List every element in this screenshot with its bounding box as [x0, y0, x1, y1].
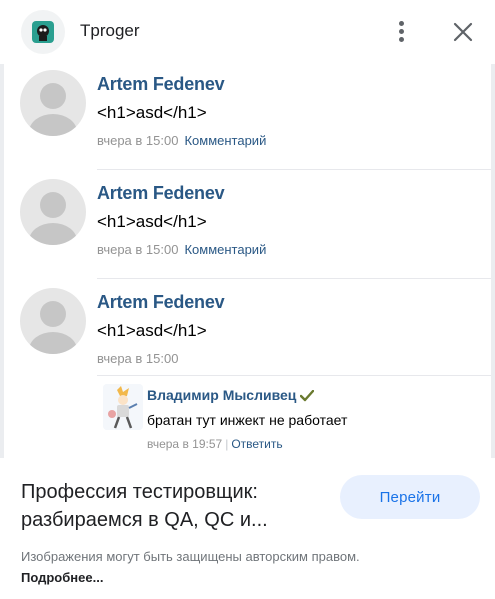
- avatar[interactable]: [20, 179, 86, 245]
- comment-meta: вчера в 15:00 Комментарий: [97, 242, 266, 257]
- close-icon[interactable]: [446, 15, 480, 49]
- page-title[interactable]: Профессия тестировщик: разбираемся в QA,…: [21, 478, 331, 534]
- comment-time: вчера в 15:00: [97, 242, 179, 257]
- reply-time: вчера в 19:57: [147, 437, 223, 451]
- comment-meta: вчера в 15:00: [97, 351, 178, 366]
- reply-answer-link[interactable]: Ответить: [231, 437, 282, 451]
- comment-author[interactable]: Artem Fedenev: [97, 292, 225, 313]
- reply-meta: вчера в 19:57 | Ответить: [147, 437, 283, 451]
- page-info-panel: Профессия тестировщик: разбираемся в QA,…: [0, 458, 495, 599]
- more-vert-icon[interactable]: [388, 16, 416, 48]
- copyright-notice: Изображения могут быть защищены авторски…: [21, 546, 401, 588]
- comment-text: <h1>asd</h1>: [97, 321, 207, 340]
- comment-text: <h1>asd</h1>: [97, 103, 207, 122]
- comments-feed: Artem Fedenev <h1>asd</h1> вчера в 15:00…: [0, 64, 495, 458]
- avatar[interactable]: [20, 288, 86, 354]
- copyright-text: Изображения могут быть защищены авторски…: [21, 549, 360, 564]
- comment-time: вчера в 15:00: [97, 133, 179, 148]
- comment-reply-link[interactable]: Комментарий: [184, 242, 266, 257]
- comment-reply-link[interactable]: Комментарий: [184, 133, 266, 148]
- app-title: Tproger: [80, 21, 140, 40]
- top-bar: Tproger: [0, 0, 495, 64]
- comment-meta: вчера в 15:00 Комментарий: [97, 133, 266, 148]
- divider: [97, 278, 495, 279]
- reply-text: братан тут инжект не работает: [147, 412, 348, 428]
- tproger-logo-icon: [21, 10, 65, 54]
- reply-item: Владимир Мысливец братан тут инжект не р…: [95, 374, 495, 458]
- comment-item: Artem Fedenev <h1>asd</h1> вчера в 15:00…: [0, 64, 495, 174]
- comment-time: вчера в 15:00: [97, 351, 179, 366]
- comment-author[interactable]: Artem Fedenev: [97, 183, 225, 204]
- reply-avatar[interactable]: [103, 384, 143, 430]
- verified-check-icon: [300, 390, 315, 402]
- comment-author[interactable]: Artem Fedenev: [97, 74, 225, 95]
- avatar[interactable]: [20, 70, 86, 136]
- divider: [97, 169, 495, 170]
- reply-author-name[interactable]: Владимир Мысливец: [147, 387, 296, 403]
- reply-author[interactable]: Владимир Мысливец: [147, 387, 315, 403]
- more-link[interactable]: Подробнее...: [21, 570, 103, 585]
- go-button[interactable]: Перейти: [340, 475, 480, 519]
- comment-item: Artem Fedenev <h1>asd</h1> вчера в 15:00…: [0, 173, 495, 283]
- separator: |: [225, 437, 229, 451]
- comment-text: <h1>asd</h1>: [97, 212, 207, 231]
